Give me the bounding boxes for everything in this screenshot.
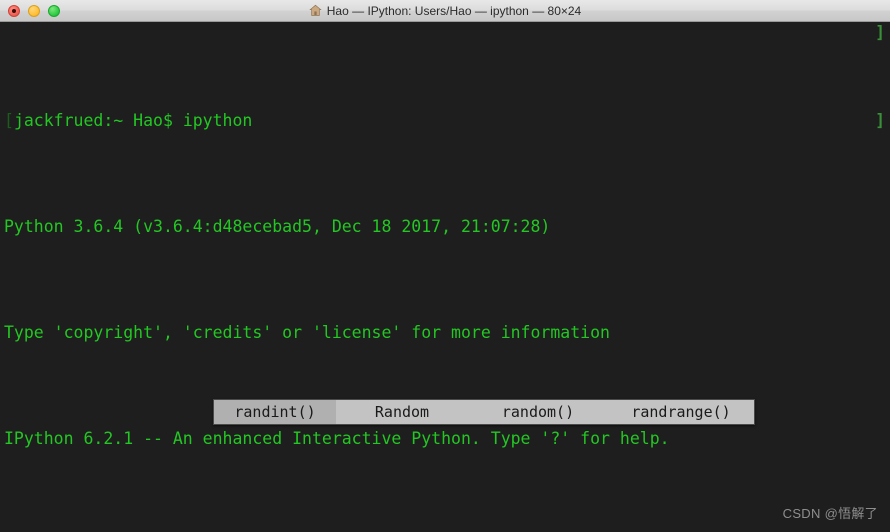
terminal-window: Hao — IPython: Users/Hao — ipython — 80×… [0, 0, 890, 532]
autocomplete-item-random[interactable]: random() [468, 400, 608, 424]
minimize-button[interactable] [28, 4, 40, 17]
home-icon [309, 4, 322, 16]
copyright-line: Type 'copyright', 'credits' or 'license'… [4, 322, 610, 342]
window-titlebar[interactable]: Hao — IPython: Users/Hao — ipython — 80×… [0, 0, 890, 22]
terminal-line: [jackfrued:~ Hao$ ipython] [0, 110, 890, 131]
terminal-body[interactable]: [jackfrued:~ Hao$ ipython] Python 3.6.4 … [0, 22, 890, 532]
ipython-version-line: IPython 6.2.1 -- An enhanced Interactive… [4, 428, 670, 448]
autocomplete-item-Random[interactable]: Random [336, 400, 468, 424]
autocomplete-menu[interactable]: randint() Random random() randrange() [213, 399, 755, 425]
autocomplete-item-label: random() [501, 403, 575, 421]
autocomplete-item-label: randint() [234, 403, 316, 421]
autocomplete-item-randint[interactable]: randint() [214, 400, 336, 424]
python-version-line: Python 3.6.4 (v3.6.4:d48ecebad5, Dec 18 … [4, 216, 551, 236]
terminal-line: Python 3.6.4 (v3.6.4:d48ecebad5, Dec 18 … [0, 216, 890, 237]
traffic-light-group [0, 4, 60, 17]
terminal-line: IPython 6.2.1 -- An enhanced Interactive… [0, 428, 890, 449]
prompt-edge-right: ] [875, 23, 885, 42]
window-title-text: Hao — IPython: Users/Hao — ipython — 80×… [326, 3, 582, 18]
autocomplete-item-label: randrange() [631, 403, 731, 421]
autocomplete-item-label: Random [374, 403, 430, 421]
terminal-screen: [jackfrued:~ Hao$ ipython] Python 3.6.4 … [0, 22, 890, 532]
autocomplete-item-randrange[interactable]: randrange() [608, 400, 754, 424]
prompt-edge-right: ] [875, 110, 885, 130]
close-button[interactable] [8, 4, 20, 17]
terminal-line: Type 'copyright', 'credits' or 'license'… [0, 322, 890, 343]
csdn-watermark: CSDN @悟解了 [782, 506, 878, 521]
shell-command-line: jackfrued:~ Hao$ ipython [13, 110, 253, 130]
window-title-container: Hao — IPython: Users/Hao — ipython — 80×… [0, 0, 890, 21]
maximize-button[interactable] [48, 4, 60, 17]
prompt-edge-left: [ [4, 110, 14, 130]
